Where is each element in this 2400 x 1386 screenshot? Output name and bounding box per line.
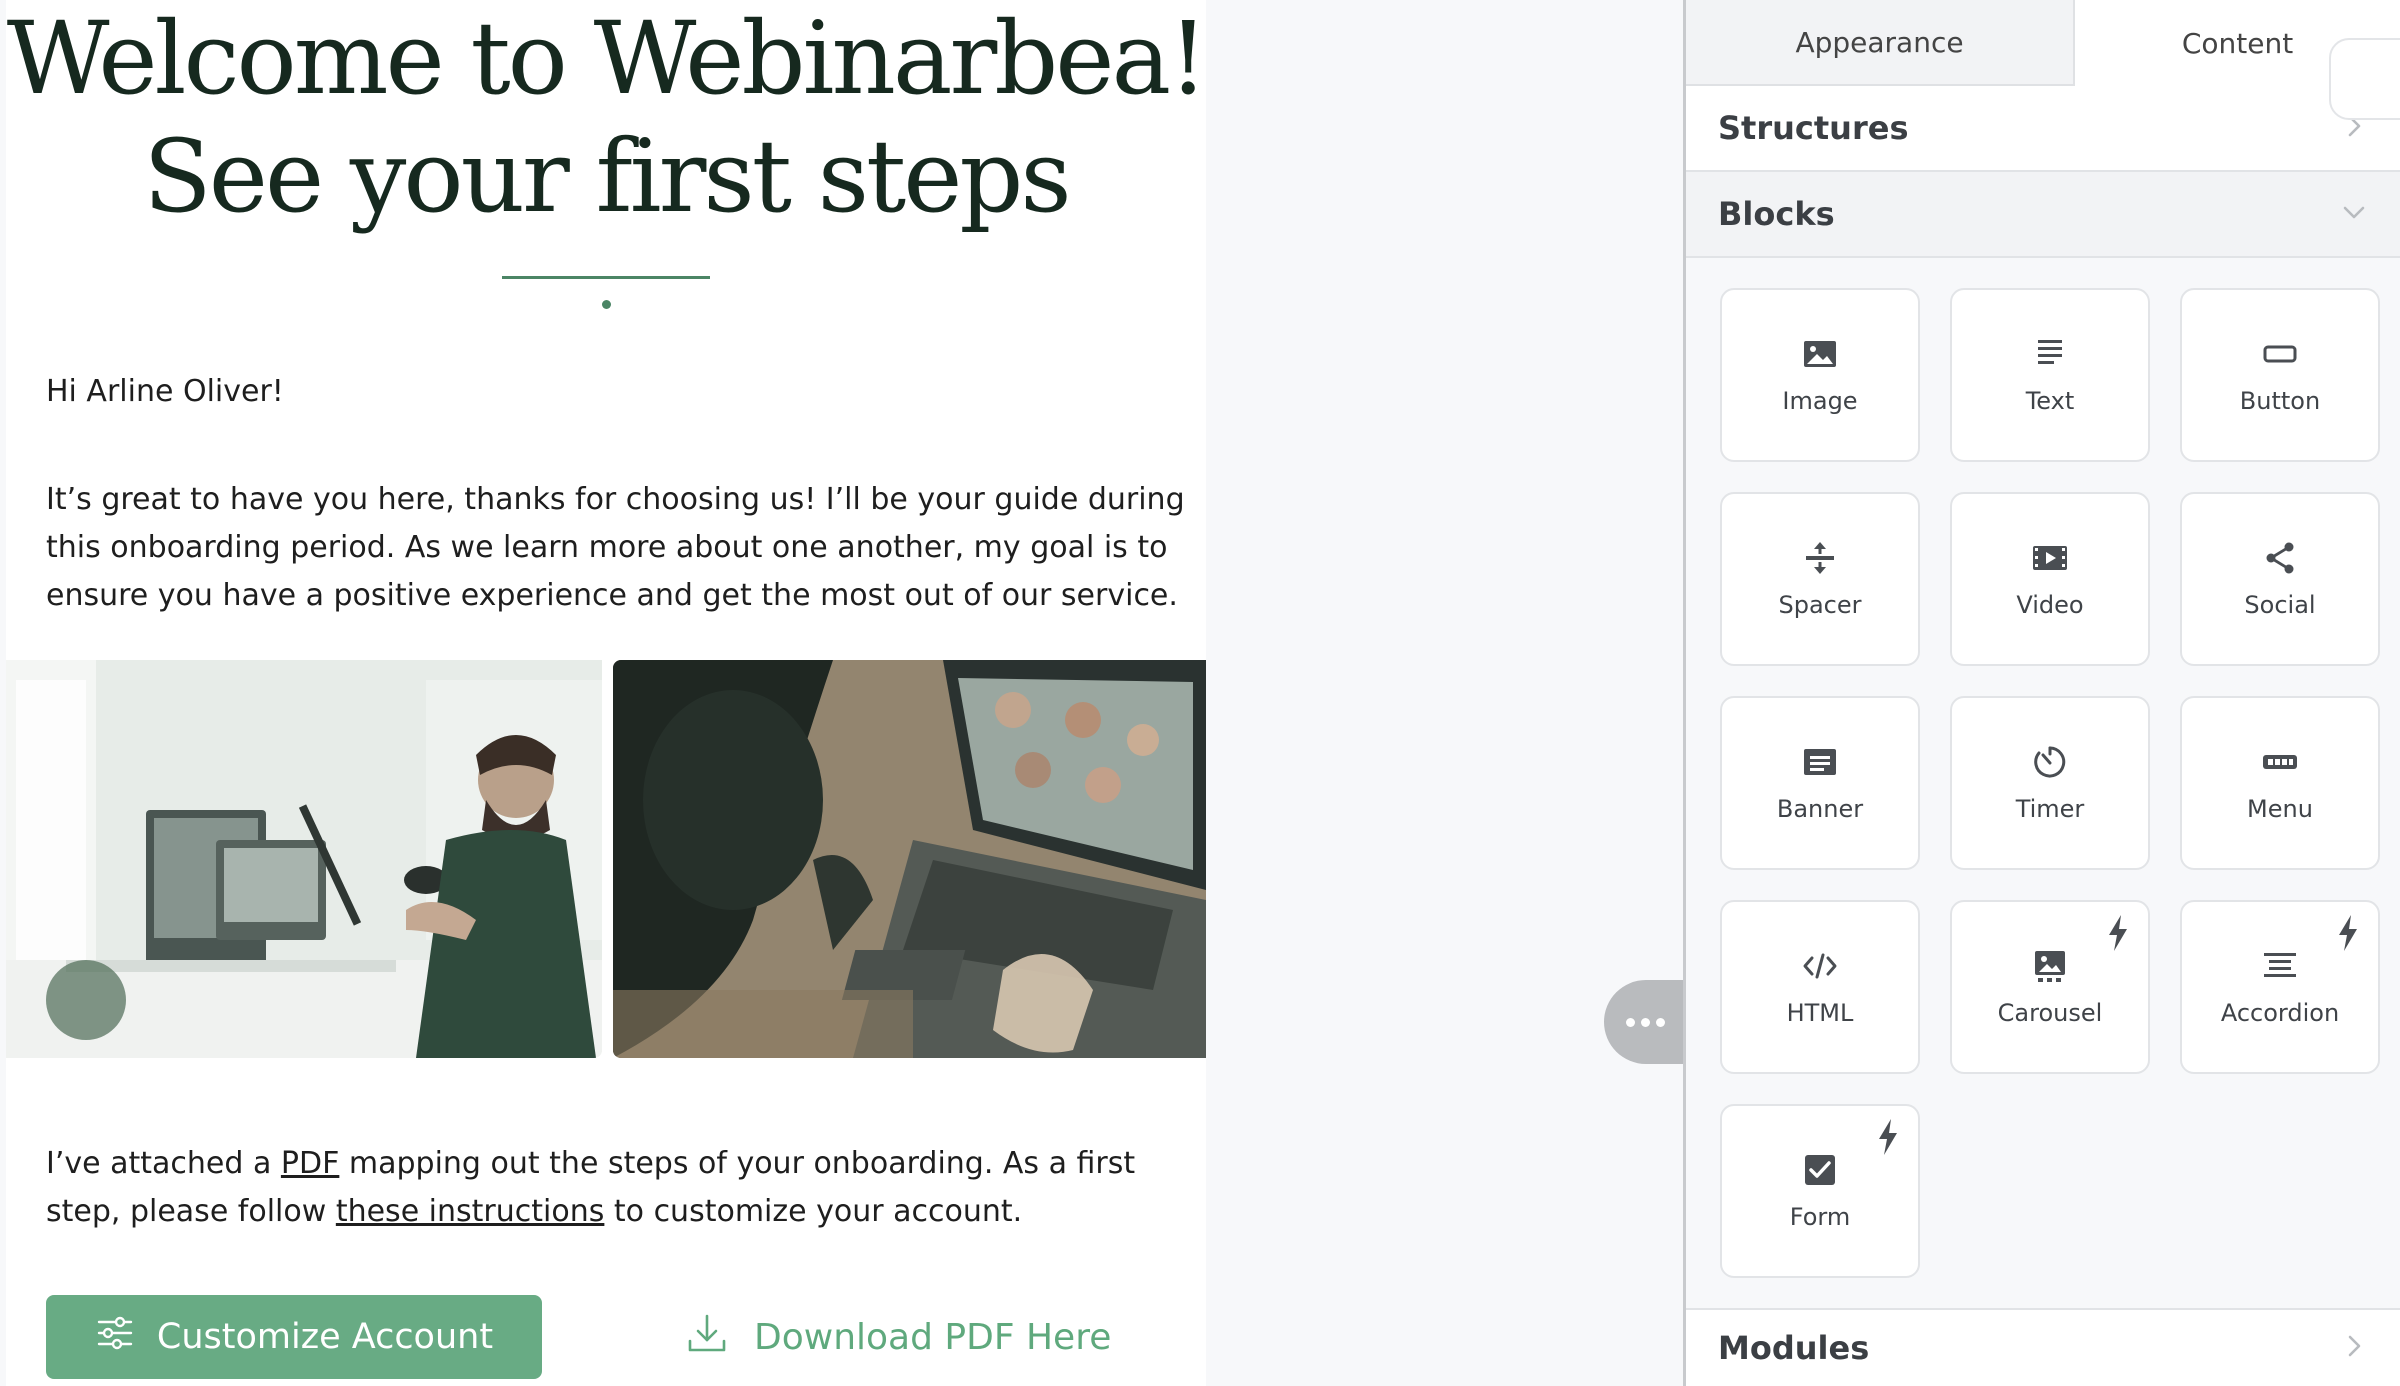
download-pdf-button[interactable]: Download PDF Here bbox=[686, 1295, 1111, 1379]
block-carousel-label: Carousel bbox=[1997, 999, 2103, 1027]
greeting-text[interactable]: Hi Arline Oliver! bbox=[46, 370, 284, 414]
editor-side-panel: Appearance Content Structures Blocks Ima… bbox=[1683, 0, 2400, 1386]
video-icon bbox=[2031, 539, 2069, 577]
more-icon-dot bbox=[1655, 1017, 1665, 1027]
checkbox-icon bbox=[1801, 1151, 1839, 1189]
download-pdf-label: Download PDF Here bbox=[754, 1316, 1112, 1358]
heading-line-1: Welcome to Webinarbea! bbox=[6, 0, 1206, 117]
photo-podcast-host[interactable] bbox=[6, 660, 602, 1058]
block-form[interactable]: Form bbox=[1720, 1104, 1920, 1278]
block-menu-label: Menu bbox=[2247, 795, 2313, 823]
structures-section-header[interactable]: Structures bbox=[1686, 86, 2400, 172]
block-banner[interactable]: Banner bbox=[1720, 696, 1920, 870]
lightning-bolt-icon bbox=[1876, 1118, 1900, 1156]
email-body: Welcome to Webinarbea! See your first st… bbox=[6, 0, 1206, 1386]
block-carousel[interactable]: Carousel bbox=[1950, 900, 2150, 1074]
photo-video-call[interactable] bbox=[613, 660, 1206, 1058]
more-icon bbox=[1625, 1017, 1635, 1027]
carousel-icon bbox=[2031, 947, 2069, 985]
panel-toggle-handle[interactable] bbox=[1604, 980, 1686, 1064]
block-menu[interactable]: Menu bbox=[2180, 696, 2380, 870]
block-text-label: Text bbox=[2025, 387, 2075, 415]
blocks-label: Blocks bbox=[1718, 195, 1835, 233]
structures-label: Structures bbox=[1718, 109, 1909, 147]
email-heading[interactable]: Welcome to Webinarbea! See your first st… bbox=[6, 0, 1206, 236]
download-icon bbox=[686, 1312, 728, 1363]
code-icon bbox=[1801, 947, 1839, 985]
banner-icon bbox=[1801, 743, 1839, 781]
modules-section-header[interactable]: Modules bbox=[1686, 1308, 2400, 1386]
heading-divider bbox=[502, 276, 710, 279]
block-banner-label: Banner bbox=[1776, 795, 1864, 823]
block-social[interactable]: Social bbox=[2180, 492, 2380, 666]
block-button-label: Button bbox=[2239, 387, 2321, 415]
block-timer[interactable]: Timer bbox=[1950, 696, 2150, 870]
block-social-label: Social bbox=[2244, 591, 2316, 619]
heading-line-2: See your first steps bbox=[143, 118, 1071, 235]
floating-control[interactable] bbox=[2329, 38, 2400, 120]
block-image-label: Image bbox=[1782, 387, 1858, 415]
customize-account-button[interactable]: Customize Account bbox=[46, 1295, 542, 1379]
block-html[interactable]: HTML bbox=[1720, 900, 1920, 1074]
divider-dot bbox=[602, 300, 611, 309]
button-icon bbox=[2261, 335, 2299, 373]
text-icon bbox=[2031, 335, 2069, 373]
lightning-bolt-icon bbox=[2106, 914, 2130, 952]
sliders-icon bbox=[95, 1313, 135, 1362]
panel-tabs: Appearance Content bbox=[1686, 0, 2400, 86]
blocks-section-header[interactable]: Blocks bbox=[1686, 172, 2400, 258]
block-form-label: Form bbox=[1789, 1203, 1851, 1231]
chevron-right-icon bbox=[2340, 1332, 2368, 1364]
menu-icon bbox=[2261, 743, 2299, 781]
image-icon bbox=[1801, 335, 1839, 373]
spacer-icon bbox=[1801, 539, 1839, 577]
attachment-text-3: to customize your account. bbox=[604, 1194, 1023, 1229]
share-icon bbox=[2261, 539, 2299, 577]
block-spacer-label: Spacer bbox=[1778, 591, 1862, 619]
modules-label: Modules bbox=[1718, 1329, 1870, 1367]
block-timer-label: Timer bbox=[2015, 795, 2085, 823]
more-icon-dot bbox=[1640, 1017, 1650, 1027]
block-accordion-label: Accordion bbox=[2220, 999, 2340, 1027]
attachment-text-1: I’ve attached a bbox=[46, 1146, 281, 1181]
attachment-paragraph[interactable]: I’ve attached a PDF mapping out the step… bbox=[46, 1140, 1196, 1236]
block-image[interactable]: Image bbox=[1720, 288, 1920, 462]
email-canvas: Welcome to Webinarbea! See your first st… bbox=[0, 0, 1686, 1386]
accordion-icon bbox=[2261, 947, 2299, 985]
blocks-grid: Image Text Button Spacer Video Social Ba… bbox=[1686, 258, 2400, 1308]
pdf-link[interactable]: PDF bbox=[281, 1146, 339, 1181]
block-spacer[interactable]: Spacer bbox=[1720, 492, 1920, 666]
instructions-link[interactable]: these instructions bbox=[336, 1194, 605, 1229]
lightning-bolt-icon bbox=[2336, 914, 2360, 952]
block-video[interactable]: Video bbox=[1950, 492, 2150, 666]
block-html-label: HTML bbox=[1786, 999, 1854, 1027]
chevron-down-icon bbox=[2340, 198, 2368, 230]
tab-appearance[interactable]: Appearance bbox=[1686, 0, 2075, 86]
intro-paragraph[interactable]: It’s great to have you here, thanks for … bbox=[46, 476, 1186, 620]
block-text[interactable]: Text bbox=[1950, 288, 2150, 462]
customize-account-label: Customize Account bbox=[156, 1317, 494, 1357]
block-accordion[interactable]: Accordion bbox=[2180, 900, 2380, 1074]
block-button[interactable]: Button bbox=[2180, 288, 2380, 462]
timer-icon bbox=[2031, 743, 2069, 781]
block-video-label: Video bbox=[2016, 591, 2084, 619]
